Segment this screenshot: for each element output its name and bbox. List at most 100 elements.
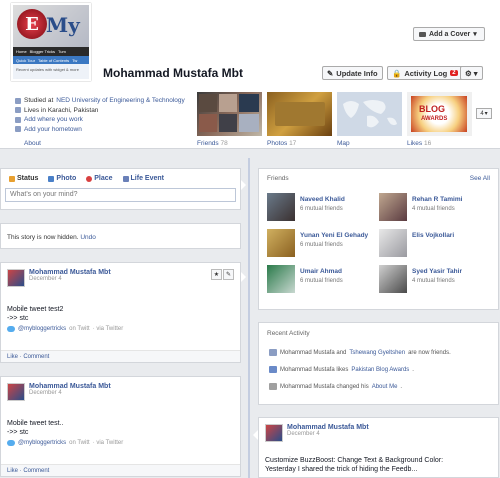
post-text: Mobile tweet test.. ->> stc: [7, 420, 64, 436]
post-author[interactable]: Mohammad Mustafa Mbt: [287, 424, 369, 431]
pencil-icon[interactable]: ✎: [223, 269, 234, 280]
post-date[interactable]: December 4: [287, 431, 369, 437]
profile-name[interactable]: Mohammad Mustafa Mbt: [103, 66, 243, 80]
timeline-connector: [241, 180, 246, 190]
photos-tile-label[interactable]: Photos 17: [267, 140, 296, 147]
friend-photo: [379, 265, 407, 293]
status-input[interactable]: What's on your mind?: [5, 188, 236, 202]
post-card: Mohammad Mustafa Mbt December 4 Customiz…: [258, 417, 499, 478]
friend-item[interactable]: Yunan Yeni El Gehady 6 mutual friends: [267, 229, 377, 257]
activity-badge: 2: [450, 70, 458, 76]
star-icon[interactable]: ★: [211, 269, 222, 280]
likes-tile-label[interactable]: Likes 16: [407, 140, 431, 147]
photo-icon: [48, 175, 55, 182]
home-icon: [15, 107, 21, 114]
friend-item[interactable]: Naveed Khalid 6 mutual friends: [267, 193, 377, 221]
friends-title: Friends: [267, 175, 289, 182]
friend-thumb: [239, 94, 259, 112]
see-all-link[interactable]: See All: [470, 175, 490, 182]
tab-place[interactable]: Place: [86, 175, 113, 182]
map-tile-label[interactable]: Map: [337, 140, 350, 147]
tab-photo[interactable]: Photo: [48, 175, 76, 182]
blog-awards-logo: [411, 96, 467, 132]
update-info-button[interactable]: ✎ Update Info: [322, 66, 383, 80]
friend-thumb: [219, 94, 237, 112]
post-source: @mybloggertricks on Twitt · via Twitter: [1, 323, 240, 335]
profile-picture[interactable]: E My Home Blogger Tricks Tum Quick Tour …: [11, 3, 91, 81]
post-date[interactable]: December 4: [29, 276, 111, 282]
about-link[interactable]: About: [24, 140, 41, 147]
tab-life-event[interactable]: Life Event: [122, 175, 164, 182]
friend-item[interactable]: Rehan R Tamimi 4 mutual friends: [379, 193, 489, 221]
logo-my: My: [46, 13, 80, 37]
friend-photo: [267, 265, 295, 293]
friends-box: Friends See All Naveed Khalid 6 mutual f…: [258, 168, 499, 310]
map-tile[interactable]: [337, 92, 402, 136]
camera-icon: [419, 31, 426, 37]
undo-link[interactable]: Undo: [80, 234, 96, 241]
avatar[interactable]: [265, 424, 283, 442]
post-author[interactable]: Mohammad Mustafa Mbt: [29, 269, 111, 276]
status-icon: [9, 175, 15, 182]
edit-icon: [269, 383, 277, 390]
like-icon: [269, 366, 277, 373]
gear-button[interactable]: ⚙ ▾: [460, 66, 483, 80]
twitter-icon: [7, 326, 15, 332]
timeline-connector: [241, 272, 246, 282]
friend-item[interactable]: Syed Yasir Tahir 4 mutual friends: [379, 265, 489, 293]
activity-row: Mohammad Mustafa likes Pakistan Blog Awa…: [269, 366, 414, 373]
likes-tile[interactable]: BLOG AWARDS: [407, 92, 472, 136]
friend-thumb: [219, 114, 237, 132]
friend-photo: [267, 193, 295, 221]
map-image: [337, 92, 402, 136]
photos-tile[interactable]: [267, 92, 332, 136]
status-composer: Status Photo Place Life Event What's on …: [0, 168, 241, 210]
post-footer[interactable]: Like · Comment: [1, 350, 240, 362]
post-author[interactable]: Mohammad Mustafa Mbt: [29, 383, 111, 390]
friend-item[interactable]: Elis Vojkollari: [379, 229, 489, 257]
timeline-spine: [248, 158, 250, 478]
friend-photo: [267, 229, 295, 257]
chevron-down-icon: ▾: [484, 111, 488, 117]
composer-tabs: Status Photo Place Life Event: [1, 169, 240, 188]
lock-icon: 🔒: [392, 68, 402, 78]
friend-item[interactable]: Umair Ahmad 6 mutual friends: [267, 265, 377, 293]
post-actions: ★ ✎: [211, 269, 234, 280]
about-hometown[interactable]: Add your hometown: [15, 125, 185, 135]
timeline-connector: [253, 430, 258, 440]
post-card: Mohammad Mustafa Mbt December 4 Mobile t…: [0, 376, 241, 477]
twitter-icon: [7, 440, 15, 446]
friends-tile-label[interactable]: Friends 78: [197, 140, 228, 147]
recent-activity-box: Recent Activity Mohammad Mustafa and Tsh…: [258, 322, 499, 405]
add-cover-button[interactable]: Add a Cover ▾: [413, 27, 485, 41]
profile-pic-nav: Home Blogger Tricks Tum: [13, 47, 89, 56]
logo-e: E: [17, 9, 47, 39]
activity-log-button[interactable]: 🔒 Activity Log 2: [387, 66, 463, 80]
friends-icon: [269, 349, 277, 356]
tab-status[interactable]: Status: [9, 175, 38, 182]
post-date[interactable]: December 4: [29, 390, 111, 396]
profile-pic-strip: Recent updates with widget & more: [13, 64, 89, 79]
friends-tile[interactable]: [197, 92, 262, 136]
recent-activity-title: Recent Activity: [267, 330, 310, 337]
chevron-down-icon: ▾: [473, 31, 477, 38]
activity-row: Mohammad Mustafa changed his About Me.: [269, 383, 402, 390]
place-icon: [86, 175, 93, 182]
post-text: Mobile tweet test2 ->> stc: [7, 306, 64, 322]
post-text: Customize BuzzBoost: Change Text & Backg…: [265, 457, 444, 473]
friend-thumb: [199, 114, 217, 132]
house-icon: [15, 126, 21, 133]
about-education: Studied at NED University of Engineering…: [15, 96, 185, 106]
post-footer[interactable]: Like · Comment: [1, 464, 240, 476]
about-list: Studied at NED University of Engineering…: [15, 96, 185, 134]
post-source: @mybloggertricks on Twitt · via Twitter: [1, 437, 240, 449]
pencil-icon: ✎: [327, 68, 334, 78]
life-event-icon: [122, 175, 129, 182]
avatar[interactable]: [7, 383, 25, 401]
profile-pic-nav2: Quick Tour Table of Contents Tw: [13, 56, 89, 64]
about-work[interactable]: Add where you work: [15, 115, 185, 125]
avatar[interactable]: [7, 269, 25, 287]
activity-row: Mohammad Mustafa and Tshewang Gyeltshen …: [269, 349, 451, 356]
friend-photo: [379, 229, 407, 257]
tiles-more-button[interactable]: 4 ▾: [476, 108, 492, 119]
